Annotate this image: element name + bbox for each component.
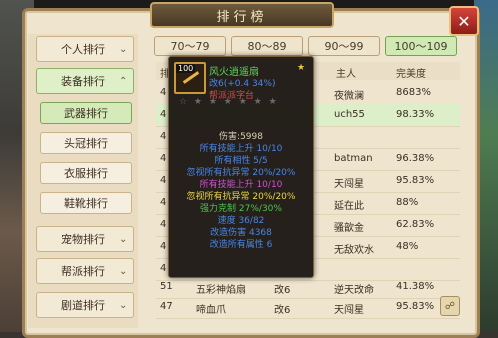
owner-cell: 骚歆金: [334, 223, 364, 234]
tab-level-70-79[interactable]: 70～79: [154, 36, 226, 56]
column-header-owner: 主人: [336, 69, 356, 80]
rank-cell: 4: [160, 131, 167, 142]
chevron-up-icon: ⌃: [119, 75, 128, 87]
item-name-cell: 五彩神焰扇: [196, 285, 246, 296]
tab-level-100-109[interactable]: 100～109: [385, 36, 457, 56]
weapon-fan-icon: 100: [174, 62, 206, 94]
sidebar-item-equipment[interactable]: 装备排行 ⌃: [36, 68, 134, 94]
rank-cell: 4: [160, 241, 167, 252]
perfection-cell: 48%: [396, 241, 419, 252]
sidebar-item-pet[interactable]: 宠物排行 ⌄: [36, 226, 134, 252]
rank-cell: 51: [160, 281, 173, 292]
owner-cell: batman: [334, 153, 373, 164]
perfection-cell: 95.83%: [396, 175, 435, 186]
rank-cell: 4: [160, 263, 167, 274]
fan-blade-shape: [182, 71, 200, 84]
tab-level-80-89[interactable]: 80～89: [231, 36, 303, 56]
sidebar-item-label: 装备排行: [61, 75, 105, 88]
owner-cell: 夜微澜: [334, 91, 364, 102]
chevron-down-icon: ⌄: [119, 299, 128, 311]
sidebar-subitem-weapon[interactable]: 武器排行: [40, 102, 132, 124]
perfection-cell: 62.83%: [396, 219, 435, 230]
rank-cell: 4: [160, 219, 167, 230]
owner-cell: 无敌欢水: [334, 245, 374, 256]
rank-cell: 4: [160, 153, 167, 164]
sidebar-subitem-headgear[interactable]: 头冠排行: [40, 132, 132, 154]
sidebar-item-label: 宠物排行: [61, 233, 105, 246]
owner-cell: uch55: [334, 109, 365, 120]
owner-cell: 天闯星: [334, 305, 364, 316]
owner-cell: 天闯星: [334, 179, 364, 190]
table-row[interactable]: 47 啼血爪 改6 天闯星 95.83%: [156, 296, 460, 319]
star-icon: ★: [297, 63, 306, 73]
chevron-down-icon: ⌄: [119, 265, 128, 277]
chevron-down-icon: ⌄: [119, 233, 128, 245]
sidebar-item-label: 帮派排行: [61, 265, 105, 278]
perfection-cell: 8683%: [396, 87, 431, 98]
item-stat-line: 改造所有属性 6: [209, 240, 273, 250]
star-rating-row: ☆ ★ ★ ★ ★ ★ ★: [179, 97, 279, 107]
sidebar-item-personal[interactable]: 个人排行 ⌄: [36, 36, 134, 62]
owner-cell: 延在此: [334, 201, 364, 212]
share-icon[interactable]: ☍: [440, 296, 460, 316]
perfection-cell: 96.38%: [396, 153, 435, 164]
item-level-badge: 100: [176, 64, 196, 73]
close-button[interactable]: ✕: [449, 6, 479, 36]
modification-cell: 改6: [274, 285, 291, 296]
sidebar-item-dungeon[interactable]: 剧道排行 ⌄: [36, 292, 134, 318]
sidebar-item-label: 个人排行: [61, 43, 105, 56]
modification-cell: 改6: [274, 305, 291, 316]
rank-cell: 4: [160, 87, 167, 98]
owner-cell: 逆天改命: [334, 285, 374, 296]
tab-level-90-99[interactable]: 90～99: [308, 36, 380, 56]
sidebar-item-label: 剧道排行: [61, 299, 105, 312]
perfection-cell: 95.83%: [396, 301, 435, 312]
sidebar-item-guild[interactable]: 帮派排行 ⌄: [36, 258, 134, 284]
sidebar-subitem-shoes[interactable]: 鞋靴排行: [40, 192, 132, 214]
rank-cell: 4: [160, 109, 167, 120]
perfection-cell: 41.38%: [396, 281, 435, 292]
rank-cell: 4: [160, 175, 167, 186]
sidebar-subitem-clothes[interactable]: 衣服排行: [40, 162, 132, 184]
item-name-cell: 啼血爪: [196, 305, 226, 316]
perfection-cell: 88%: [396, 197, 419, 208]
rank-cell: 4: [160, 197, 167, 208]
panel-title: 排行榜: [150, 2, 334, 28]
perfection-cell: 98.33%: [396, 109, 435, 120]
item-tooltip: 100 风火逍遥扇 ★ 改6(+0.4 34%) 帮派派字台 ☆ ★ ★ ★ ★…: [168, 56, 314, 278]
column-header-perfection: 完美度: [396, 69, 426, 80]
chevron-down-icon: ⌄: [119, 43, 128, 55]
rank-cell: 47: [160, 301, 173, 312]
